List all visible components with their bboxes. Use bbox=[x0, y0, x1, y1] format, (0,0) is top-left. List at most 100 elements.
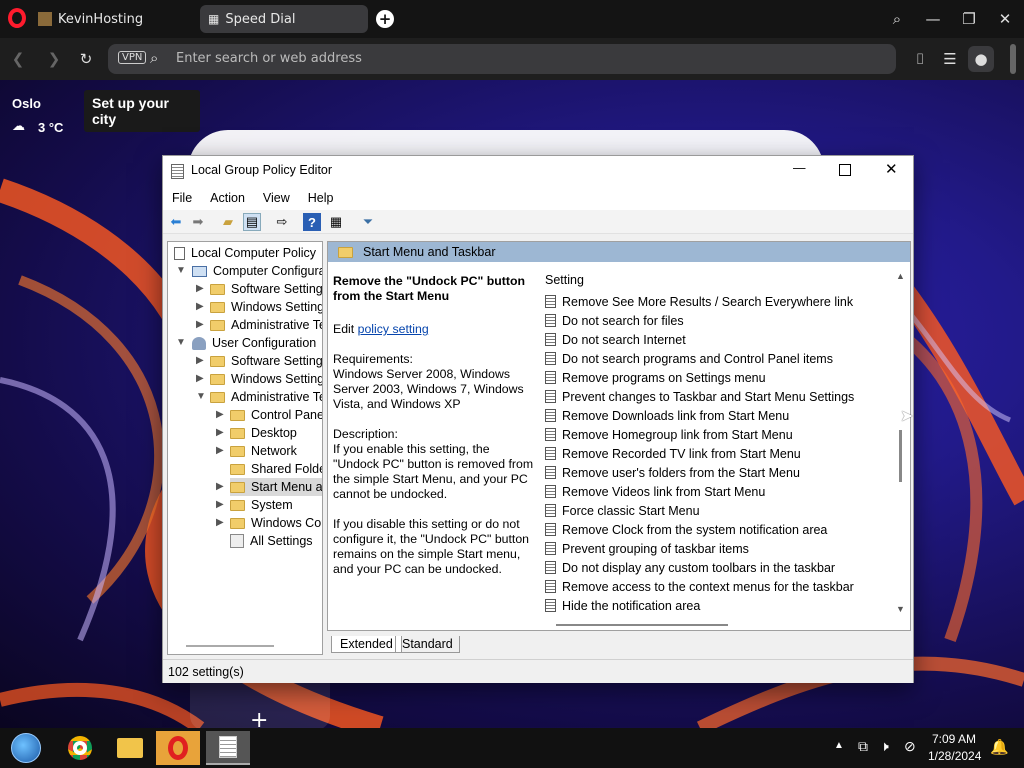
tree-item-computer-configuration[interactable]: Computer Configura bbox=[192, 262, 322, 280]
list-item[interactable]: Do not display any custom toolbars in th… bbox=[545, 558, 835, 577]
list-item[interactable]: Force classic Start Menu bbox=[545, 501, 700, 520]
address-input[interactable]: Enter search or web address bbox=[176, 51, 362, 66]
list-item[interactable]: Remove Homegroup link from Start Menu bbox=[545, 425, 793, 444]
expand-arrow-icon[interactable]: ▼ bbox=[176, 265, 186, 276]
collapse-arrow-icon[interactable]: ▶ bbox=[216, 427, 224, 438]
tab-speed-dial[interactable]: ▦ Speed Dial bbox=[200, 5, 368, 33]
filter-icon[interactable]: ⏷ bbox=[359, 213, 377, 231]
tree-item-windows-components[interactable]: Windows Cor bbox=[230, 514, 322, 532]
collapse-arrow-icon[interactable]: ▶ bbox=[216, 499, 224, 510]
collapse-arrow-icon[interactable]: ▶ bbox=[196, 283, 204, 294]
tree-item-windows-settings[interactable]: Windows Setting bbox=[210, 370, 322, 388]
expand-arrow-icon[interactable]: ▼ bbox=[176, 337, 186, 348]
settings-menu-icon[interactable]: ☰ bbox=[940, 49, 960, 69]
list-item[interactable]: Prevent grouping of taskbar items bbox=[545, 539, 749, 558]
network-status-icon[interactable]: ⊘ bbox=[904, 738, 916, 755]
tree-item-desktop[interactable]: Desktop bbox=[230, 424, 297, 442]
tab-standard[interactable]: Standard bbox=[395, 636, 460, 653]
collapse-arrow-icon[interactable]: ▶ bbox=[216, 445, 224, 456]
tree-item-all-settings[interactable]: All Settings bbox=[230, 532, 313, 550]
gpedit-taskbar-button[interactable] bbox=[206, 731, 250, 765]
menu-view[interactable]: View bbox=[254, 191, 299, 205]
network-icon[interactable]: ⧉ bbox=[858, 738, 868, 755]
minimize-icon[interactable]: — bbox=[922, 8, 944, 30]
back-arrow-icon[interactable]: ⬅ bbox=[167, 213, 185, 231]
chrome-taskbar-button[interactable] bbox=[58, 731, 102, 765]
reload-icon[interactable]: ↻ bbox=[76, 49, 96, 69]
list-item[interactable]: Remove Downloads link from Start Menu bbox=[545, 406, 789, 425]
show-hide-tree-icon[interactable]: ▤ bbox=[243, 213, 261, 231]
collapse-arrow-icon[interactable]: ▶ bbox=[196, 319, 204, 330]
edit-policy-link[interactable]: policy setting bbox=[358, 322, 429, 336]
menu-file[interactable]: File bbox=[163, 191, 201, 205]
show-hidden-icons-icon[interactable]: ▲ bbox=[834, 740, 844, 751]
scroll-up-icon[interactable]: ▲ bbox=[896, 271, 905, 281]
tab-kevinhosting[interactable]: KevinHosting bbox=[34, 5, 194, 33]
tree-item-software-settings[interactable]: Software Settings bbox=[210, 280, 322, 298]
close-icon[interactable]: ✕ bbox=[994, 8, 1016, 30]
list-item[interactable]: Prevent changes to Taskbar and Start Men… bbox=[545, 387, 854, 406]
volume-icon[interactable]: 🕨 bbox=[880, 738, 889, 755]
tree-item-control-panel[interactable]: Control Panel bbox=[230, 406, 322, 424]
new-tab-icon[interactable]: + bbox=[376, 10, 394, 28]
list-item[interactable]: Remove Clock from the system notificatio… bbox=[545, 520, 827, 539]
tree-item-user-configuration[interactable]: User Configuration bbox=[192, 334, 316, 352]
collapse-arrow-icon[interactable]: ▶ bbox=[196, 301, 204, 312]
clock-date[interactable]: 1/28/2024 bbox=[928, 749, 981, 763]
collapse-arrow-icon[interactable]: ▶ bbox=[196, 373, 204, 384]
list-item[interactable]: Hide the notification area bbox=[545, 596, 700, 615]
collapse-arrow-icon[interactable]: ▶ bbox=[216, 409, 224, 420]
menu-help[interactable]: Help bbox=[299, 191, 343, 205]
opera-logo-icon[interactable] bbox=[8, 8, 26, 28]
maximize-icon[interactable] bbox=[839, 164, 851, 176]
minimize-icon[interactable]: — bbox=[793, 161, 806, 175]
notification-bell-icon[interactable]: 🔔 bbox=[990, 738, 1009, 756]
start-button[interactable] bbox=[4, 731, 48, 765]
help-icon[interactable]: ? bbox=[303, 213, 321, 231]
vpn-badge[interactable]: VPN bbox=[118, 51, 147, 64]
back-icon[interactable]: ❮ bbox=[8, 49, 28, 69]
profile-icon[interactable]: ● bbox=[968, 46, 994, 72]
export-list-icon[interactable]: ⇨ bbox=[273, 213, 291, 231]
forward-arrow-icon[interactable]: ➡ bbox=[189, 213, 207, 231]
list-item[interactable]: Remove Videos link from Start Menu bbox=[545, 482, 765, 501]
window-titlebar[interactable]: Local Group Policy Editor — ✕ bbox=[163, 156, 913, 186]
tree-item-system[interactable]: System bbox=[230, 496, 293, 514]
list-item[interactable]: Remove See More Results / Search Everywh… bbox=[545, 292, 853, 311]
camera-icon[interactable]: ⌷ bbox=[910, 49, 930, 69]
collapse-arrow-icon[interactable]: ▶ bbox=[216, 481, 224, 492]
horizontal-scrollbar[interactable] bbox=[186, 645, 274, 647]
opera-taskbar-button[interactable] bbox=[156, 731, 200, 765]
city-label[interactable]: Oslo bbox=[12, 96, 41, 111]
address-field[interactable]: VPN ⌕ Enter search or web address bbox=[108, 44, 896, 74]
scrollbar[interactable] bbox=[1010, 44, 1016, 74]
list-item[interactable]: Do not search programs and Control Panel… bbox=[545, 349, 833, 368]
tree-item-administrative-templates[interactable]: Administrative Te bbox=[210, 388, 322, 406]
list-item[interactable]: Remove user's folders from the Start Men… bbox=[545, 463, 800, 482]
list-item[interactable]: Remove programs on Settings menu bbox=[545, 368, 766, 387]
collapse-arrow-icon[interactable]: ▶ bbox=[196, 355, 204, 366]
list-item[interactable]: Remove Recorded TV link from Start Menu bbox=[545, 444, 801, 463]
tree-item-shared-folders[interactable]: Shared Folder bbox=[230, 460, 322, 478]
properties-icon[interactable]: ▦ bbox=[327, 213, 345, 231]
tab-extended[interactable]: Extended bbox=[331, 636, 402, 653]
maximize-icon[interactable]: ❐ bbox=[958, 8, 980, 30]
menu-action[interactable]: Action bbox=[201, 191, 254, 205]
vertical-scrollbar-thumb[interactable] bbox=[899, 430, 902, 482]
collapse-arrow-icon[interactable]: ▶ bbox=[216, 517, 224, 528]
tree-item-start-menu-and-taskbar[interactable]: Start Menu ar bbox=[230, 478, 322, 496]
tree-item-windows-settings[interactable]: Windows Setting bbox=[210, 298, 322, 316]
clock-time[interactable]: 7:09 AM bbox=[932, 732, 976, 746]
forward-icon[interactable]: ❯ bbox=[44, 49, 64, 69]
horizontal-scrollbar-thumb[interactable] bbox=[556, 624, 728, 626]
list-item[interactable]: Do not search Internet bbox=[545, 330, 686, 349]
scroll-down-icon[interactable]: ▼ bbox=[896, 604, 905, 614]
setting-column-header[interactable]: Setting bbox=[545, 273, 584, 287]
list-item[interactable]: Remove access to the context menus for t… bbox=[545, 577, 854, 596]
close-icon[interactable]: ✕ bbox=[885, 160, 898, 178]
tree-item-software-settings[interactable]: Software Settings bbox=[210, 352, 322, 370]
list-item[interactable]: Do not search for files bbox=[545, 311, 684, 330]
explorer-taskbar-button[interactable] bbox=[108, 731, 152, 765]
search-icon[interactable]: ⌕ bbox=[886, 8, 908, 30]
tree-item-administrative-templates[interactable]: Administrative Te bbox=[210, 316, 322, 334]
